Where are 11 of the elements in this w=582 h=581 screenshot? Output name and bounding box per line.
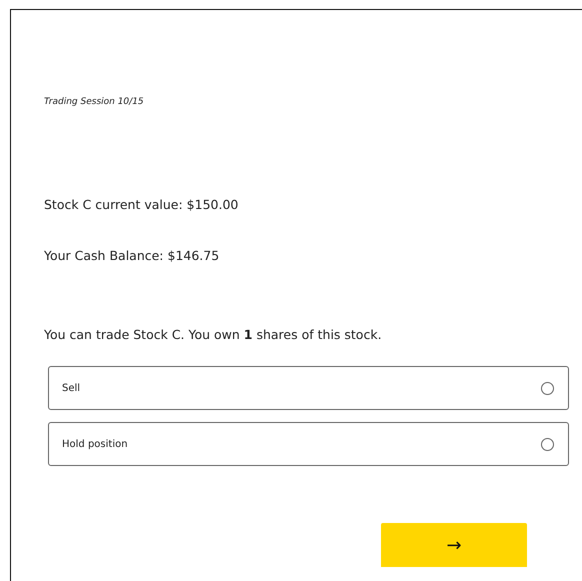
option-label: Hold position <box>62 438 128 450</box>
session-label: Trading Session 10/15 <box>44 96 145 108</box>
option-label: Sell <box>62 382 80 394</box>
stock-value-text: Stock C current value: $150.00 <box>44 197 240 213</box>
option-card[interactable]: Hold position <box>48 422 569 466</box>
radio-button[interactable] <box>541 382 554 394</box>
cash-balance-text: Your Cash Balance: $146.75 <box>44 248 220 264</box>
trade-prompt: You can trade Stock C. You own 1 shares of this stock. <box>44 327 383 343</box>
radio-button[interactable] <box>541 438 554 450</box>
option-card[interactable]: Sell <box>48 366 569 410</box>
next-button[interactable]: → <box>381 523 527 567</box>
